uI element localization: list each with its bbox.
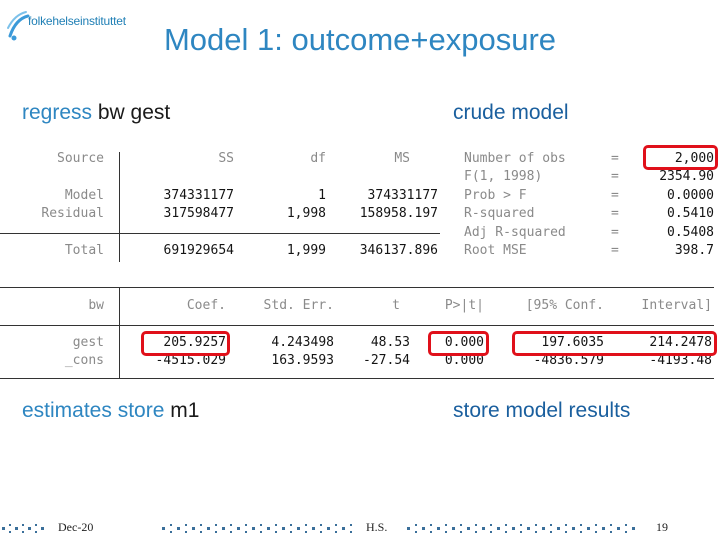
- coef-header-se: Std. Err.: [263, 298, 334, 313]
- anova-ss-total: 691929654: [163, 243, 234, 258]
- coef-header-ci-lo: [95% Conf.: [525, 298, 604, 313]
- command-keyword: estimates store: [22, 399, 165, 422]
- command-regress: regress bw gest: [22, 101, 170, 125]
- stat-value-adjrsq: 0.5408: [667, 225, 714, 240]
- coef-var-gest: gest: [72, 335, 104, 350]
- stat-eq-f: =: [611, 169, 619, 184]
- coef-t-cons: -27.54: [363, 353, 410, 368]
- highlight-gest-coef: [141, 331, 230, 356]
- anova-header-ms: MS: [394, 151, 410, 166]
- stat-eq-rmse: =: [611, 243, 619, 258]
- stat-label-rmse: Root MSE: [464, 243, 527, 258]
- note-store-results: store model results: [453, 399, 631, 422]
- stat-label-f: F(1, 1998): [464, 169, 543, 184]
- anova-header-df: df: [310, 151, 326, 166]
- stat-eq-prob: =: [611, 188, 619, 203]
- coef-header-ci-hi: Interval]: [641, 298, 712, 313]
- stat-value-rmse: 398.7: [674, 243, 714, 258]
- coef-bottom-rule: [0, 378, 714, 379]
- stat-value-rsq: 0.5410: [667, 206, 714, 221]
- note-crude-model: crude model: [453, 101, 569, 124]
- footer-page-number: 19: [656, 520, 668, 534]
- command-keyword: regress: [22, 101, 93, 124]
- anova-df-total: 1,999: [286, 243, 326, 258]
- stat-label-obs: Number of obs: [464, 151, 566, 166]
- stat-label-prob: Prob > F: [464, 188, 527, 203]
- anova-header-source: Source: [57, 151, 104, 166]
- highlight-gest-ci: [512, 331, 717, 356]
- footer-author: H.S.: [366, 520, 388, 534]
- anova-source-residual: Residual: [41, 206, 104, 221]
- footer-dots-middle: [162, 524, 352, 533]
- coef-se-cons: 163.9593: [271, 353, 334, 368]
- command-estimates-store: estimates store m1: [22, 399, 199, 423]
- stat-value-prob: 0.0000: [667, 188, 714, 203]
- coef-var-cons: _cons: [64, 353, 104, 368]
- coef-header-coef: Coef.: [186, 298, 226, 313]
- coef-t-gest: 48.53: [370, 335, 410, 350]
- coef-header-p: P>|t|: [444, 298, 484, 313]
- coef-header-var: bw: [88, 298, 104, 313]
- coef-header-rule: [0, 325, 714, 326]
- command-args: bw gest: [97, 101, 171, 124]
- coef-se-gest: 4.243498: [271, 335, 334, 350]
- stat-label-rsq: R-squared: [464, 206, 535, 221]
- highlight-number-of-obs: [643, 145, 718, 170]
- anova-source-model: Model: [64, 188, 104, 203]
- footer-dots-left: [2, 524, 44, 533]
- stat-value-f: 2354.90: [659, 169, 714, 184]
- anova-source-total: Total: [64, 243, 104, 258]
- coef-header-t: t: [392, 298, 400, 313]
- stat-label-adjrsq: Adj R-squared: [464, 225, 566, 240]
- stat-eq-adjrsq: =: [611, 225, 619, 240]
- anova-ss-residual: 317598477: [163, 206, 234, 221]
- footer-date: Dec-20: [58, 520, 94, 534]
- anova-ms-model: 374331177: [367, 188, 438, 203]
- coef-divider-vertical: [119, 287, 120, 379]
- anova-divider-total: [0, 233, 440, 234]
- anova-ss-model: 374331177: [163, 188, 234, 203]
- anova-header-ss: SS: [218, 151, 234, 166]
- command-args: m1: [170, 399, 200, 422]
- anova-df-model: 1: [318, 188, 326, 203]
- stat-eq-rsq: =: [611, 206, 619, 221]
- coef-top-rule: [0, 287, 714, 288]
- anova-ms-total: 346137.896: [359, 243, 438, 258]
- anova-df-residual: 1,998: [286, 206, 326, 221]
- footer-dots-right: [407, 524, 635, 533]
- page-title: Model 1: outcome+exposure: [163, 22, 557, 57]
- highlight-gest-pvalue: [428, 331, 489, 356]
- anova-divider-vertical: [119, 152, 120, 262]
- stat-eq-obs: =: [611, 151, 619, 166]
- slide-footer: Dec-20 H.S. 19: [0, 512, 720, 540]
- anova-ms-residual: 158958.197: [359, 206, 438, 221]
